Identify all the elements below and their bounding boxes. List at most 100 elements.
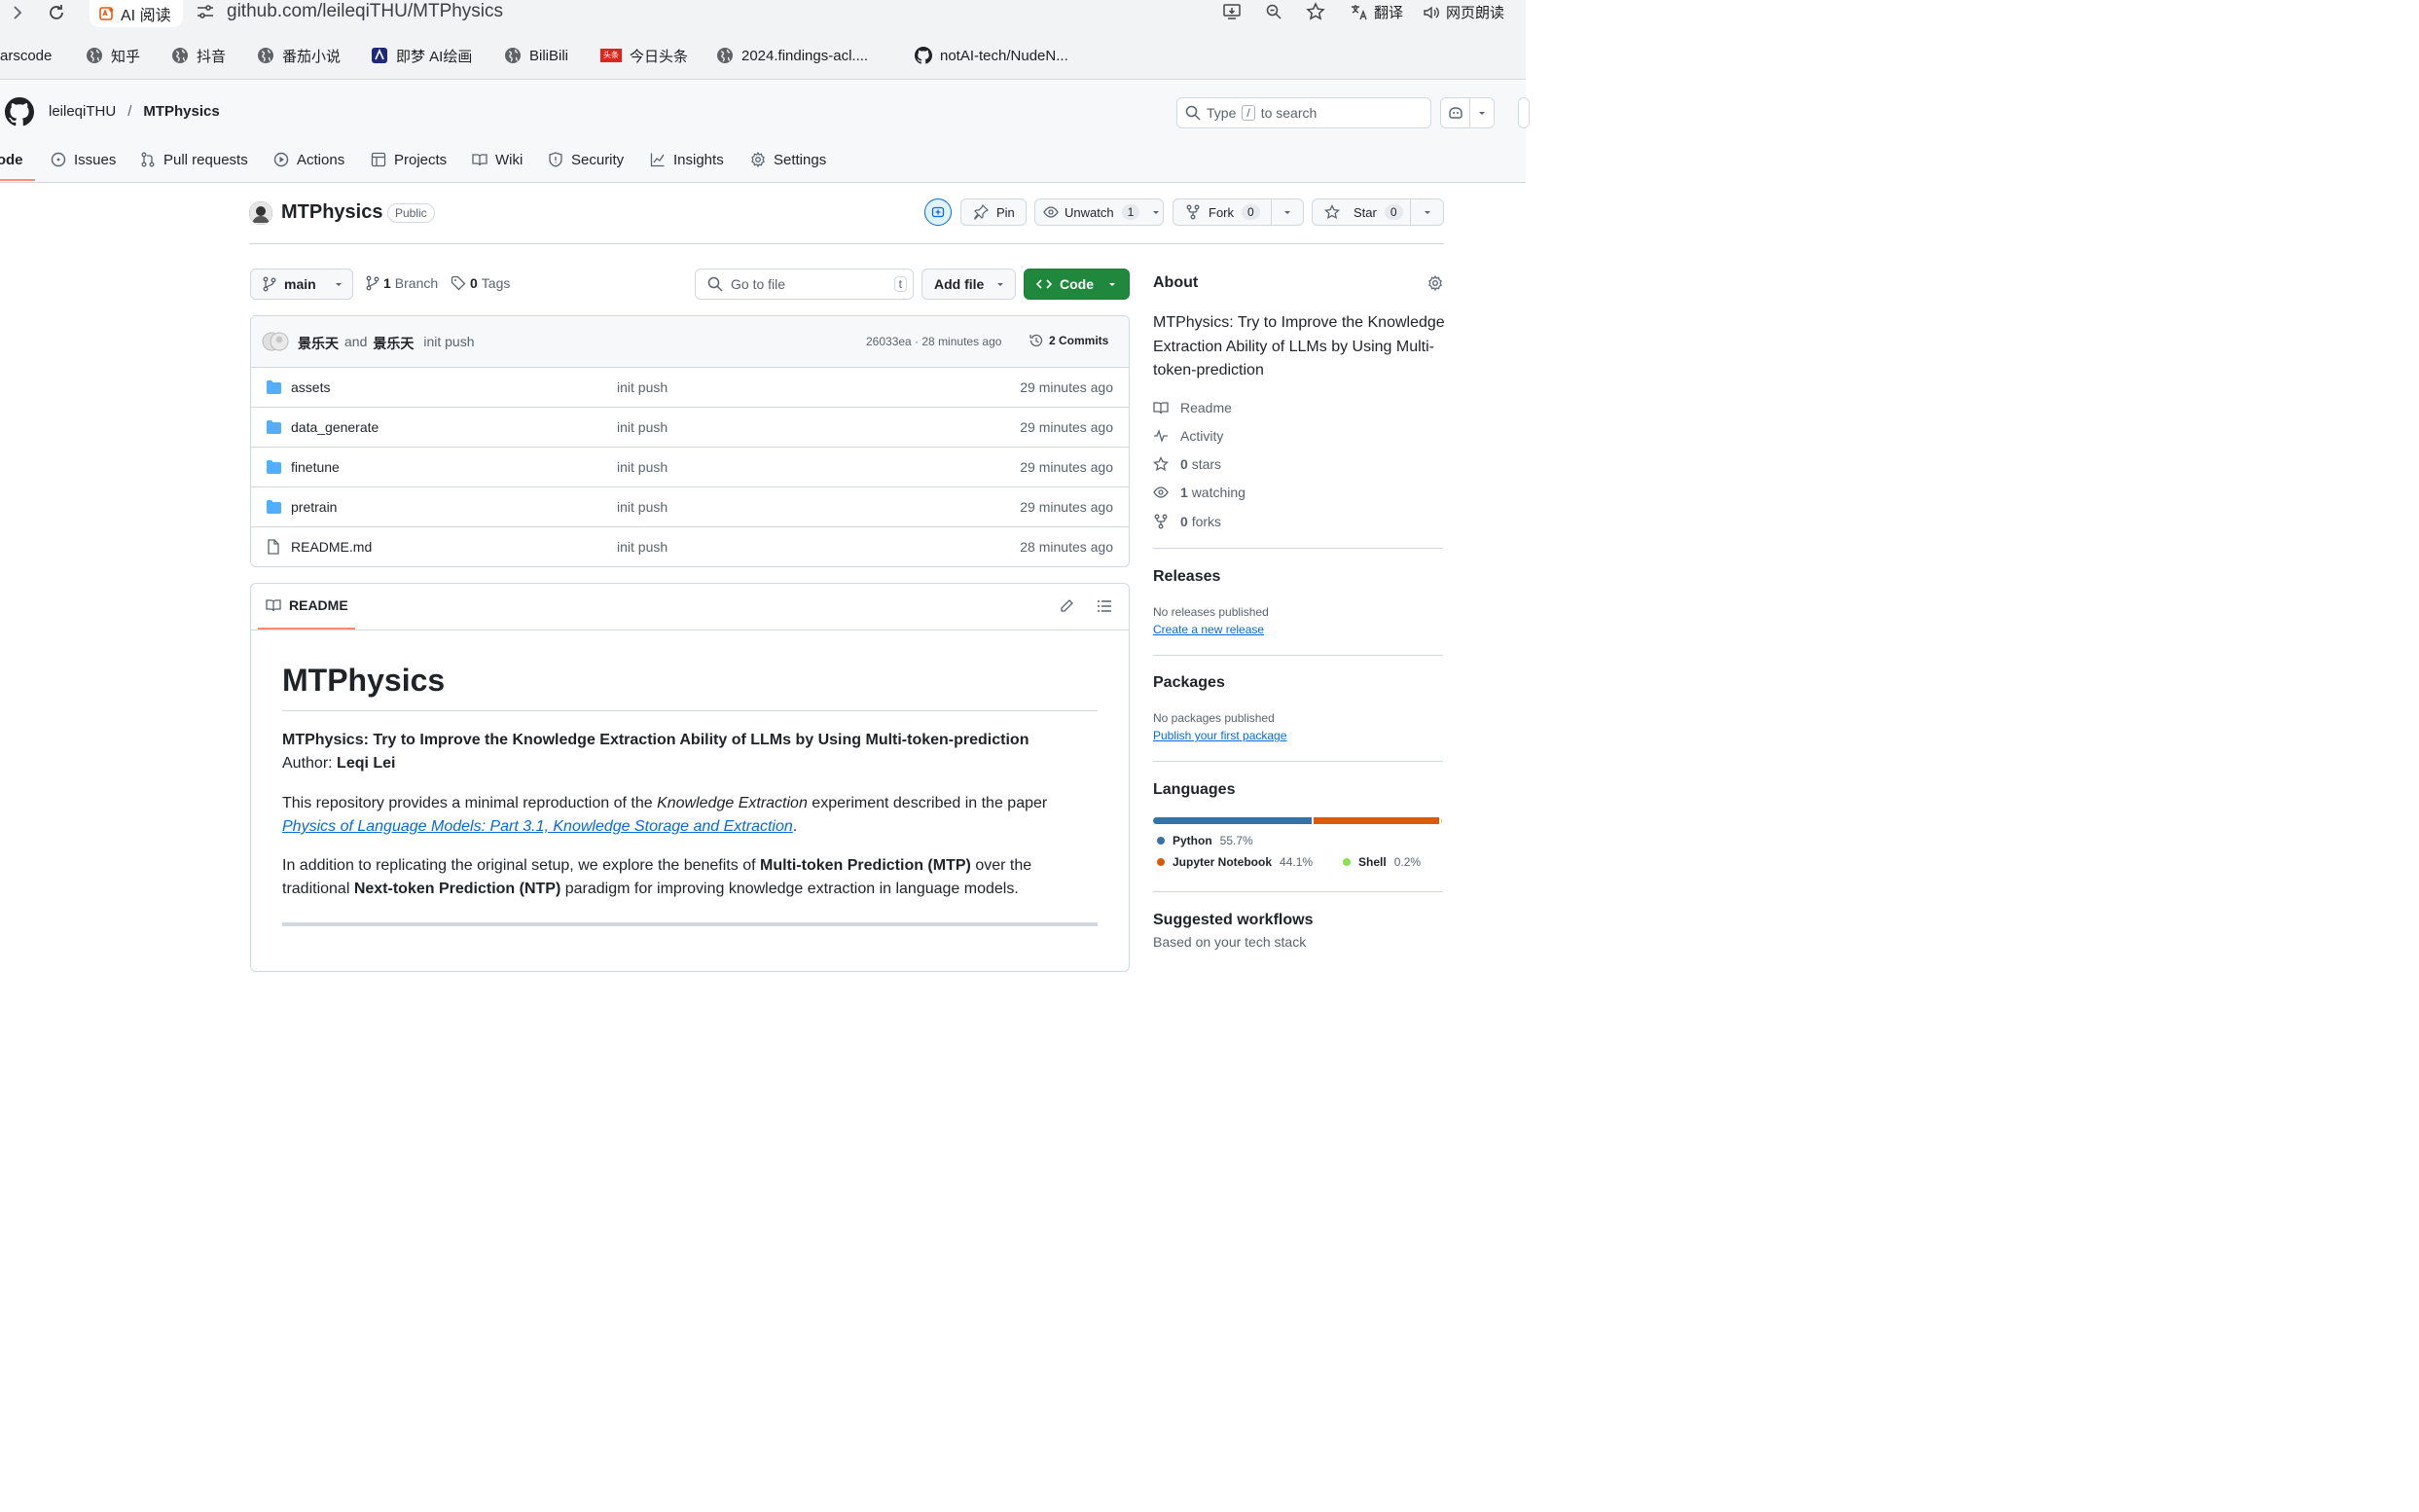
fork-button[interactable]: Fork 0 [1173,198,1304,226]
forward-button[interactable] [4,0,31,25]
file-type-icon [266,539,281,555]
bookmark-item[interactable]: 即梦 AI绘画 [371,45,472,66]
branch-selector[interactable]: main [250,269,353,300]
code-button[interactable]: Code [1024,269,1130,300]
file-name[interactable]: assets [291,379,330,395]
packages-title[interactable]: Packages [1153,674,1225,692]
address-bar[interactable]: github.com/leileqiTHU/MTPhysics [227,0,503,25]
branches-link[interactable]: 1 Branch [366,275,438,291]
stars-link[interactable]: 0 stars [1153,454,1221,474]
file-commit-message[interactable]: init push [617,379,668,395]
reload-icon [50,5,63,19]
tab-wiki-label: Wiki [495,151,524,168]
commits-link[interactable]: 2 Commits [1029,333,1108,348]
read-aloud-button[interactable]: 网页朗读 [1423,2,1504,22]
globe-icon [717,48,733,63]
activity-link[interactable]: Activity [1153,426,1223,446]
tab-insights[interactable]: Insights [650,148,724,171]
breadcrumb-separator: / [127,103,132,120]
file-commit-message[interactable]: init push [617,499,668,515]
bookmark-star-icon[interactable] [1306,2,1325,21]
create-release-link[interactable]: Create a new release [1153,623,1264,636]
translate-button[interactable]: 翻译 [1351,2,1403,22]
file-row[interactable]: README.md init push 28 minutes ago [251,526,1129,566]
file-row[interactable]: assets init push 29 minutes ago [251,367,1129,407]
file-commit-message[interactable]: init push [617,419,668,435]
tab-security[interactable]: Security [548,148,624,171]
readme-tab[interactable]: README [266,597,348,613]
copilot-button[interactable] [1440,97,1495,128]
tab-settings[interactable]: Settings [750,148,826,171]
bookmark-item[interactable]: 番茄小说 [257,45,341,66]
file-name[interactable]: data_generate [291,419,379,435]
pulse-icon [1154,429,1168,443]
edit-readme-button[interactable] [1059,598,1074,614]
file-name[interactable]: finetune [291,459,340,475]
fork-icon [1186,204,1200,220]
language-name: Shell [1358,855,1387,869]
star-button[interactable]: Star 0 [1312,198,1444,226]
file-commit-message[interactable]: init push [617,539,668,555]
folder-icon [267,380,281,394]
header-button-cut[interactable] [1518,97,1530,128]
outline-button[interactable] [1097,598,1112,614]
repo-owner-avatar[interactable] [249,201,272,225]
tab-wiki[interactable]: Wiki [472,148,523,171]
file-name[interactable]: README.md [291,539,372,555]
divider [1153,655,1443,656]
file-row[interactable]: finetune init push 29 minutes ago [251,447,1129,486]
bookmark-item[interactable]: BiliBili [504,45,568,66]
tags-link[interactable]: 0 Tags [451,275,510,291]
releases-title[interactable]: Releases [1153,568,1220,586]
language-item[interactable]: Jupyter Notebook 44.1% [1157,855,1313,869]
tab-issues[interactable]: Issues [51,148,116,171]
repo-name[interactable]: MTPhysics [281,201,382,224]
install-app-icon[interactable] [1223,3,1241,20]
divider [1153,548,1443,549]
owner-link[interactable]: leileqiTHU [49,103,116,120]
bookmark-item[interactable]: notAI-tech/NudeN... [915,45,1068,66]
bookmark-item[interactable]: arscode [0,45,52,66]
commit-avatars[interactable] [262,332,291,351]
tab-pull-requests[interactable]: Pull requests [140,148,248,171]
search-icon [707,276,723,292]
commit-and: and [344,334,368,349]
commit-message[interactable]: init push [423,334,474,353]
repo-link[interactable]: MTPhysics [143,103,219,120]
go-to-file-input[interactable]: Go to file t [695,269,914,300]
publish-package-link[interactable]: Publish your first package [1153,729,1286,742]
tab-projects[interactable]: Projects [371,148,447,171]
readme-link[interactable]: Readme [1153,398,1232,417]
code-label: Code [1060,276,1094,292]
file-row[interactable]: pretrain init push 29 minutes ago [251,486,1129,526]
bookmark-item[interactable]: 头条 今日头条 [600,45,688,66]
unwatch-button[interactable]: Unwatch 1 [1034,198,1164,226]
github-logo-icon[interactable] [5,97,34,126]
language-item[interactable]: Python 55.7% [1157,834,1253,847]
bookmark-item[interactable]: 2024.findings-acl.... [716,45,868,66]
tab-code[interactable]: Code [0,148,23,171]
paper-link[interactable]: Physics of Language Models: Part 3.1, Kn… [282,818,793,835]
ai-reading-tab[interactable]: AI 阅读 [90,0,183,27]
file-row[interactable]: data_generate init push 29 minutes ago [251,407,1129,447]
site-settings-icon[interactable] [196,2,215,21]
search-prefix: Type [1207,105,1237,121]
forks-link[interactable]: 0 forks [1153,512,1221,531]
pin-button[interactable]: Pin [960,198,1027,226]
commit-author[interactable]: 景乐天 [298,334,339,353]
file-name[interactable]: pretrain [291,499,337,515]
bookmark-item[interactable]: 抖音 [171,45,226,66]
zoom-icon[interactable] [1265,3,1282,20]
copilot-repo-button[interactable] [924,198,952,226]
language-item[interactable]: Shell 0.2% [1343,855,1421,869]
bookmark-item[interactable]: 知乎 [86,45,140,66]
add-file-button[interactable]: Add file [921,269,1016,300]
search-input[interactable]: Type / to search [1176,97,1431,128]
reload-button[interactable] [43,0,70,25]
about-settings-button[interactable] [1427,275,1443,291]
file-commit-message[interactable]: init push [617,459,668,475]
tab-actions[interactable]: Actions [273,148,344,171]
commit-author[interactable]: 景乐天 [373,334,414,353]
watching-link[interactable]: 1 watching [1153,483,1246,502]
commit-sha-time[interactable]: 26033ea · 28 minutes ago [866,335,1001,348]
